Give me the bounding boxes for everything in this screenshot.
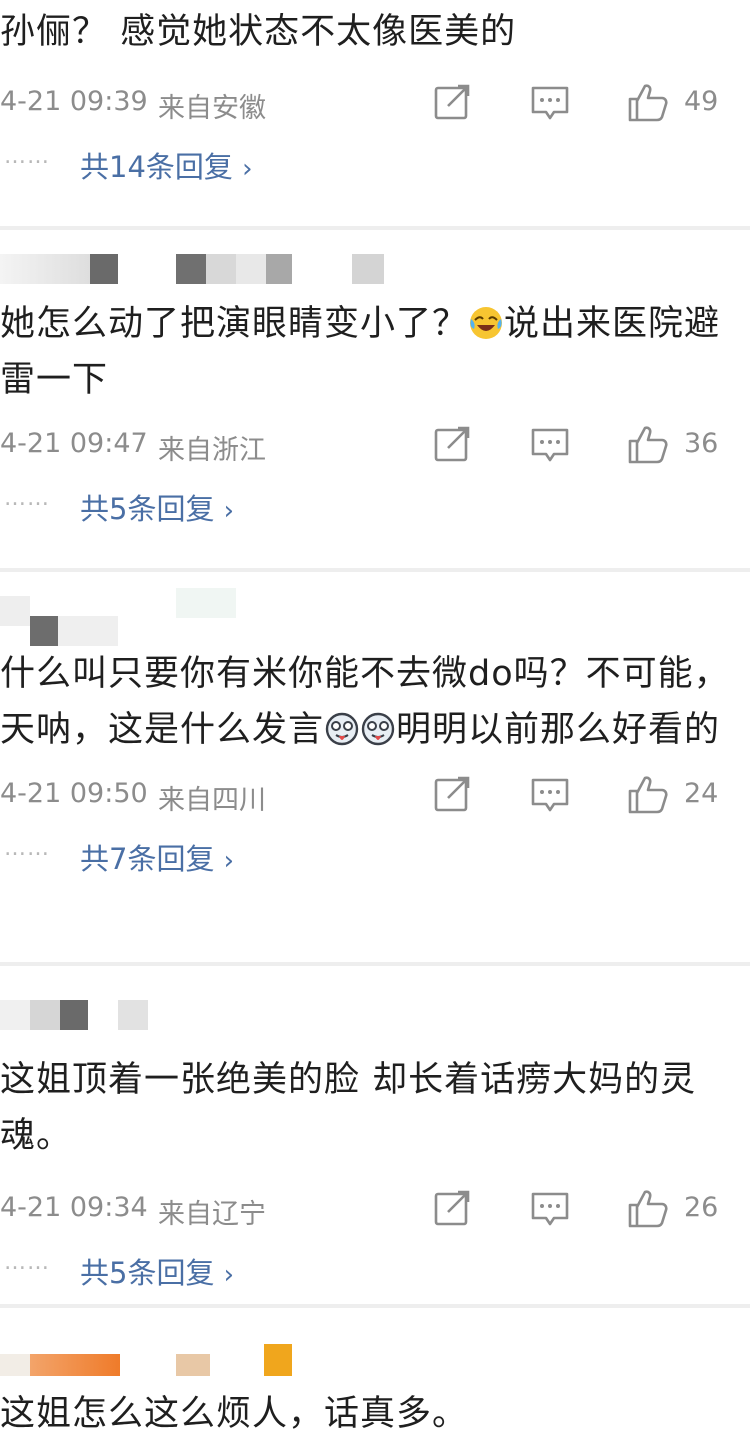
comment-location: 来自安徽: [158, 93, 266, 124]
tongue-out-emoji-icon: [324, 708, 360, 746]
comment-location: 来自辽宁: [158, 1199, 266, 1230]
comment-meta: 4-21 09:47 来自浙江 36: [0, 416, 750, 476]
comment-text-part: 明明以前那么好看的: [396, 710, 721, 750]
comment-time: 4-21 09:47: [0, 428, 148, 459]
chevron-right-icon: ›: [223, 496, 235, 526]
share-icon[interactable]: [430, 772, 474, 816]
comment-2: 她怎么动了把演眼睛变小了？ 说出来医院避雷一下 4-21 09:47 来自浙江 3…: [0, 246, 750, 536]
reply-dots: ……: [4, 836, 50, 861]
comment-meta: 4-21 09:50 来自四川 24: [0, 766, 750, 826]
comment-text: 孙俪？ 感觉她状态不太像医美的: [0, 12, 517, 52]
view-replies-label: 共7条回复: [80, 842, 215, 876]
username-blurred: [0, 588, 750, 646]
like-count: 36: [684, 428, 719, 459]
view-replies-link[interactable]: 共5条回复 ›: [80, 486, 234, 528]
comment-location: 来自浙江: [158, 435, 266, 466]
divider: [0, 568, 750, 572]
thumbs-up-icon[interactable]: [626, 1186, 670, 1230]
comment-icon[interactable]: [528, 772, 572, 816]
comment-text: 她怎么动了把演眼睛变小了？ 说出来医院避雷一下: [0, 296, 740, 408]
view-replies-label: 共5条回复: [80, 492, 215, 526]
reply-row[interactable]: …… 共7条回复 ›: [0, 826, 750, 886]
comment-1: 孙俪？ 感觉她状态不太像医美的 4-21 09:39 来自安徽 49 …… 共1…: [0, 4, 750, 194]
view-replies-label: 共14条回复: [80, 150, 233, 184]
reply-row[interactable]: …… 共5条回复 ›: [0, 476, 750, 536]
comment-location: 来自四川: [158, 785, 266, 816]
comment-text: 这姐顶着一张绝美的脸 却长着话痨大妈的灵魂。: [0, 1060, 697, 1156]
laugh-cry-emoji-icon: [468, 302, 504, 339]
view-replies-link[interactable]: 共14条回复 ›: [80, 144, 253, 186]
comment-meta: 4-21 09:34 来自辽宁 26: [0, 1180, 750, 1240]
comment-time: 4-21 09:34: [0, 1192, 148, 1223]
comment-time: 4-21 09:39: [0, 86, 148, 117]
username-blurred: [0, 1324, 750, 1376]
reply-row[interactable]: …… 共14条回复 ›: [0, 134, 750, 194]
reply-dots: ……: [4, 144, 50, 169]
comment-5: 这姐怎么这么烦人，话真多。: [0, 1324, 750, 1442]
thumbs-up-icon[interactable]: [626, 422, 670, 466]
thumbs-up-icon[interactable]: [626, 772, 670, 816]
share-icon[interactable]: [430, 80, 474, 124]
like-count: 49: [684, 86, 719, 117]
like-count: 26: [684, 1192, 719, 1223]
comment-3: 什么叫只要你有米你能不去微do吗？不可能， 天呐，这是什么发言 明明以前那么好看的…: [0, 588, 750, 886]
comment-text: 这姐怎么这么烦人，话真多。: [0, 1394, 469, 1434]
view-replies-link[interactable]: 共7条回复 ›: [80, 836, 234, 878]
comment-icon[interactable]: [528, 422, 572, 466]
thumbs-up-icon[interactable]: [626, 80, 670, 124]
view-replies-link[interactable]: 共5条回复 ›: [80, 1250, 234, 1292]
comment-icon[interactable]: [528, 1186, 572, 1230]
divider: [0, 226, 750, 230]
chevron-right-icon: ›: [223, 1260, 235, 1290]
comment-time: 4-21 09:50: [0, 778, 148, 809]
share-icon[interactable]: [430, 1186, 474, 1230]
username-blurred: [0, 246, 750, 286]
comment-text: 什么叫只要你有米你能不去微do吗？不可能， 天呐，这是什么发言 明明以前那么好看的: [0, 646, 740, 758]
share-icon[interactable]: [430, 422, 474, 466]
comment-text-part: 她怎么动了把演眼睛变小了？: [0, 304, 469, 344]
chevron-right-icon: ›: [223, 846, 235, 876]
reply-dots: ……: [4, 486, 50, 511]
comment-meta: 4-21 09:39 来自安徽 49: [0, 74, 750, 134]
divider: [0, 962, 750, 966]
username-blurred: [0, 982, 750, 1030]
comment-4: 这姐顶着一张绝美的脸 却长着话痨大妈的灵魂。 4-21 09:34 来自辽宁 2…: [0, 982, 750, 1300]
divider: [0, 1304, 750, 1308]
view-replies-label: 共5条回复: [80, 1256, 215, 1290]
like-count: 24: [684, 778, 719, 809]
chevron-right-icon: ›: [242, 154, 253, 184]
comment-icon[interactable]: [528, 80, 572, 124]
tongue-out-emoji-icon: [360, 708, 396, 746]
reply-row[interactable]: …… 共5条回复 ›: [0, 1240, 750, 1300]
reply-dots: ……: [4, 1250, 50, 1275]
